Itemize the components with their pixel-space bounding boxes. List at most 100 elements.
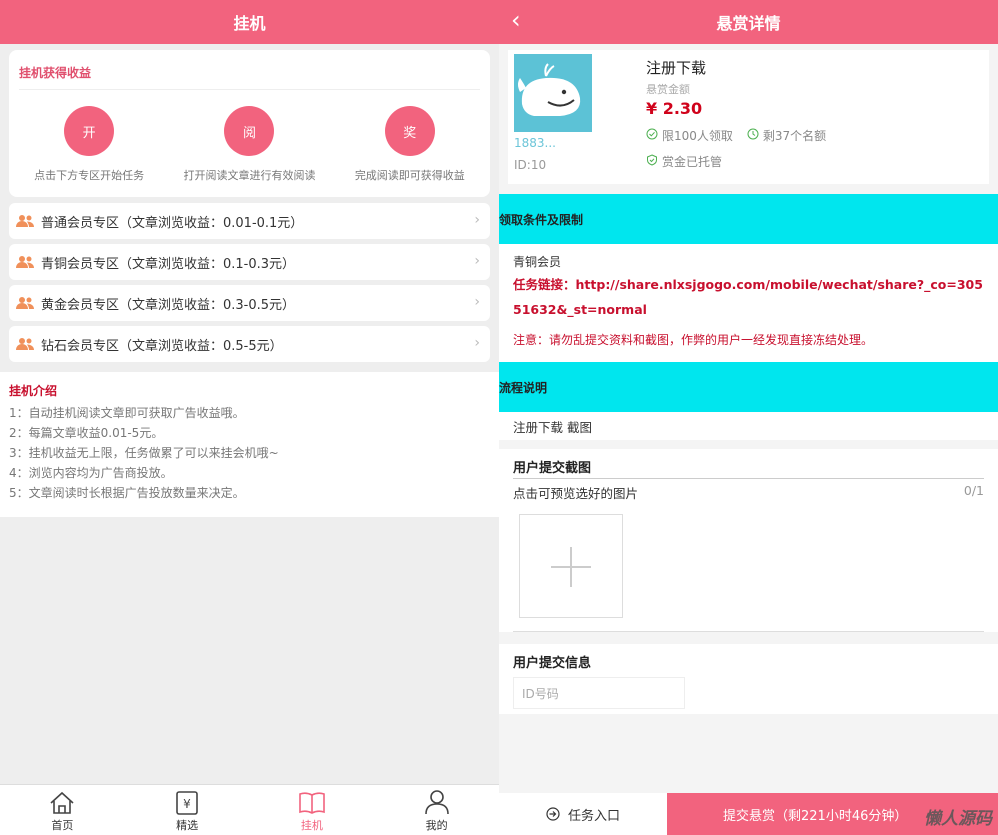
chevron-right-icon: › xyxy=(474,294,480,310)
whale-avatar xyxy=(514,54,592,132)
remaining-text: 剩37个名额 xyxy=(762,129,827,143)
intro-line: 4：浏览内容均为广告商投放。 xyxy=(9,466,173,480)
quota-row: 限100人领取 剩37个名额 xyxy=(646,127,826,144)
zone-label: 黄金会员专区（文章浏览收益：0.3-0.5元） xyxy=(41,297,296,313)
intro-line: 2：每篇文章收益0.01-5元。 xyxy=(9,426,164,440)
divider xyxy=(513,631,984,632)
screenshot-section: 用户提交截图 点击可预览选好的图片 0/1 xyxy=(499,449,998,632)
submit-reward-button[interactable]: 提交悬赏（剩221小时46分钟） 懒人源码 xyxy=(667,793,998,835)
right-header: ‹ 悬赏详情 xyxy=(499,0,998,44)
escrow-row: 赏金已托管 xyxy=(646,153,722,170)
zone-label: 普通会员专区（文章浏览收益：0.01-0.1元） xyxy=(41,215,304,231)
task-title: 注册下载 xyxy=(646,59,707,77)
watermark: 懒人源码 xyxy=(924,809,992,829)
tab-home[interactable]: 首页 xyxy=(0,785,125,835)
read-icon: 阅 xyxy=(224,106,275,156)
escrow-text: 赏金已托管 xyxy=(662,155,723,169)
zone-item-bronze[interactable]: 青铜会员专区（文章浏览收益：0.1-0.3元） › xyxy=(9,244,490,280)
earn-title: 挂机获得收益 xyxy=(19,50,480,90)
section-title: 领取条件及限制 xyxy=(499,212,584,227)
users-icon xyxy=(9,214,41,228)
users-icon xyxy=(9,296,41,310)
chevron-right-icon: › xyxy=(474,253,480,269)
tab-label: 首页 xyxy=(51,819,74,832)
warning-text: 注意：请勿乱提交资料和截图，作弊的用户一经发现直接冻结处理。 xyxy=(513,333,874,347)
process-body: 注册下载 截图 xyxy=(499,412,998,440)
link-url[interactable]: http://share.nlxsjgogo.com/mobile/wechat… xyxy=(513,277,983,317)
tab-hangup[interactable]: 挂机 xyxy=(250,785,375,835)
process-text: 注册下载 截图 xyxy=(513,419,592,435)
tab-featured[interactable]: ¥ 精选 xyxy=(125,785,250,835)
user-icon xyxy=(424,790,449,815)
entry-label: 任务入口 xyxy=(567,808,620,824)
step-read: 阅 打开阅读文章进行有效阅读 xyxy=(174,106,324,185)
zone-item-gold[interactable]: 黄金会员专区（文章浏览收益：0.3-0.5元） › xyxy=(9,285,490,321)
page-title: 悬赏详情 xyxy=(716,14,781,33)
reward-label: 悬赏金额 xyxy=(646,83,690,96)
reward-price: ¥ 2.30 xyxy=(646,99,703,118)
conditions-body: 青铜会员 任务链接：http://share.nlxsjgogo.com/mob… xyxy=(499,244,998,362)
zone-item-normal[interactable]: 普通会员专区（文章浏览收益：0.01-0.1元） › xyxy=(9,203,490,239)
tab-label: 挂机 xyxy=(300,819,323,832)
step-text: 点击下方专区开始任务 xyxy=(34,169,145,182)
publisher-id: ID:10 xyxy=(514,158,547,172)
clock-icon xyxy=(747,128,759,143)
users-icon xyxy=(9,337,41,351)
task-link[interactable]: 任务链接：http://share.nlxsjgogo.com/mobile/w… xyxy=(513,272,984,322)
whale-icon xyxy=(518,63,581,116)
start-icon: 开 xyxy=(64,106,115,156)
left-header: 挂机 xyxy=(0,0,499,44)
chevron-right-icon: › xyxy=(474,212,480,228)
task-detail-card: 1883... ID:10 注册下载 悬赏金额 ¥ 2.30 限100人领取 剩… xyxy=(508,50,989,184)
reward-icon: 奖 xyxy=(384,106,435,156)
yen-icon: ¥ xyxy=(176,791,198,815)
page-title: 挂机 xyxy=(233,14,266,33)
submit-label: 提交悬赏（剩221小时46分钟） xyxy=(723,808,908,824)
step-reward: 奖 完成阅读即可获得收益 xyxy=(335,106,485,185)
intro-line: 1：自动挂机阅读文章即可获取广告收益哦。 xyxy=(9,406,245,420)
screenshot-hint: 点击可预览选好的图片 xyxy=(513,486,639,501)
section-title: 流程说明 xyxy=(499,380,548,395)
link-label: 任务链接： xyxy=(513,277,576,292)
intro-section: 挂机介绍 1：自动挂机阅读文章即可获取广告收益哦。 2：每篇文章收益0.01-5… xyxy=(0,372,499,517)
plus-icon xyxy=(551,547,591,587)
info-section: 用户提交信息 ID号码 xyxy=(499,644,998,714)
back-icon[interactable]: ‹ xyxy=(511,6,521,34)
limit-text: 限100人领取 xyxy=(662,129,733,143)
step-text: 完成阅读即可获得收益 xyxy=(354,169,465,182)
id-number-input[interactable]: ID号码 xyxy=(513,677,685,709)
upload-button[interactable] xyxy=(519,514,623,618)
screenshot-hint-row: 点击可预览选好的图片 0/1 xyxy=(513,479,984,514)
intro-title: 挂机介绍 xyxy=(9,384,58,398)
screenshot-count: 0/1 xyxy=(963,483,984,498)
bottom-bar: 任务入口 提交悬赏（剩221小时46分钟） 懒人源码 xyxy=(499,793,998,835)
tab-mine[interactable]: 我的 xyxy=(374,785,499,835)
earn-card: 挂机获得收益 开 点击下方专区开始任务 阅 打开阅读文章进行有效阅读 奖 完成阅… xyxy=(9,50,490,197)
task-entry-button[interactable]: 任务入口 xyxy=(499,793,667,835)
login-icon xyxy=(546,807,560,821)
chevron-right-icon: › xyxy=(474,335,480,351)
process-heading: 流程说明 xyxy=(499,362,998,412)
info-heading: 用户提交信息 xyxy=(513,656,592,671)
tab-label: 精选 xyxy=(176,819,199,832)
earn-steps: 开 点击下方专区开始任务 阅 打开阅读文章进行有效阅读 奖 完成阅读即可获得收益 xyxy=(9,90,490,197)
zone-item-diamond[interactable]: 钻石会员专区（文章浏览收益：0.5-5元） › xyxy=(9,326,490,362)
right-screen: ‹ 悬赏详情 1883... ID:10 注册下载 悬赏金额 ¥ 2.30 限1… xyxy=(499,0,998,835)
tab-label: 我的 xyxy=(425,819,448,832)
users-icon xyxy=(9,255,41,269)
zone-label: 青铜会员专区（文章浏览收益：0.1-0.3元） xyxy=(41,256,296,272)
step-start: 开 点击下方专区开始任务 xyxy=(14,106,164,185)
tab-bar: 首页 ¥ 精选 挂机 我的 xyxy=(0,784,499,835)
home-icon xyxy=(50,791,74,814)
check-circle-icon xyxy=(646,128,658,143)
member-level: 青铜会员 xyxy=(513,255,562,269)
zone-label: 钻石会员专区（文章浏览收益：0.5-5元） xyxy=(41,338,283,354)
conditions-heading: 领取条件及限制 xyxy=(499,194,998,244)
publisher-name[interactable]: 1883... xyxy=(514,136,556,150)
intro-line: 3：挂机收益无上限，任务做累了可以来挂会机哦~ xyxy=(9,446,279,460)
step-text: 打开阅读文章进行有效阅读 xyxy=(183,169,316,182)
book-icon xyxy=(299,792,325,814)
currency-glyph: ¥ xyxy=(183,797,191,811)
shield-icon xyxy=(646,154,658,169)
left-screen: 挂机 挂机获得收益 开 点击下方专区开始任务 阅 打开阅读文章进行有效阅读 奖 … xyxy=(0,0,499,835)
